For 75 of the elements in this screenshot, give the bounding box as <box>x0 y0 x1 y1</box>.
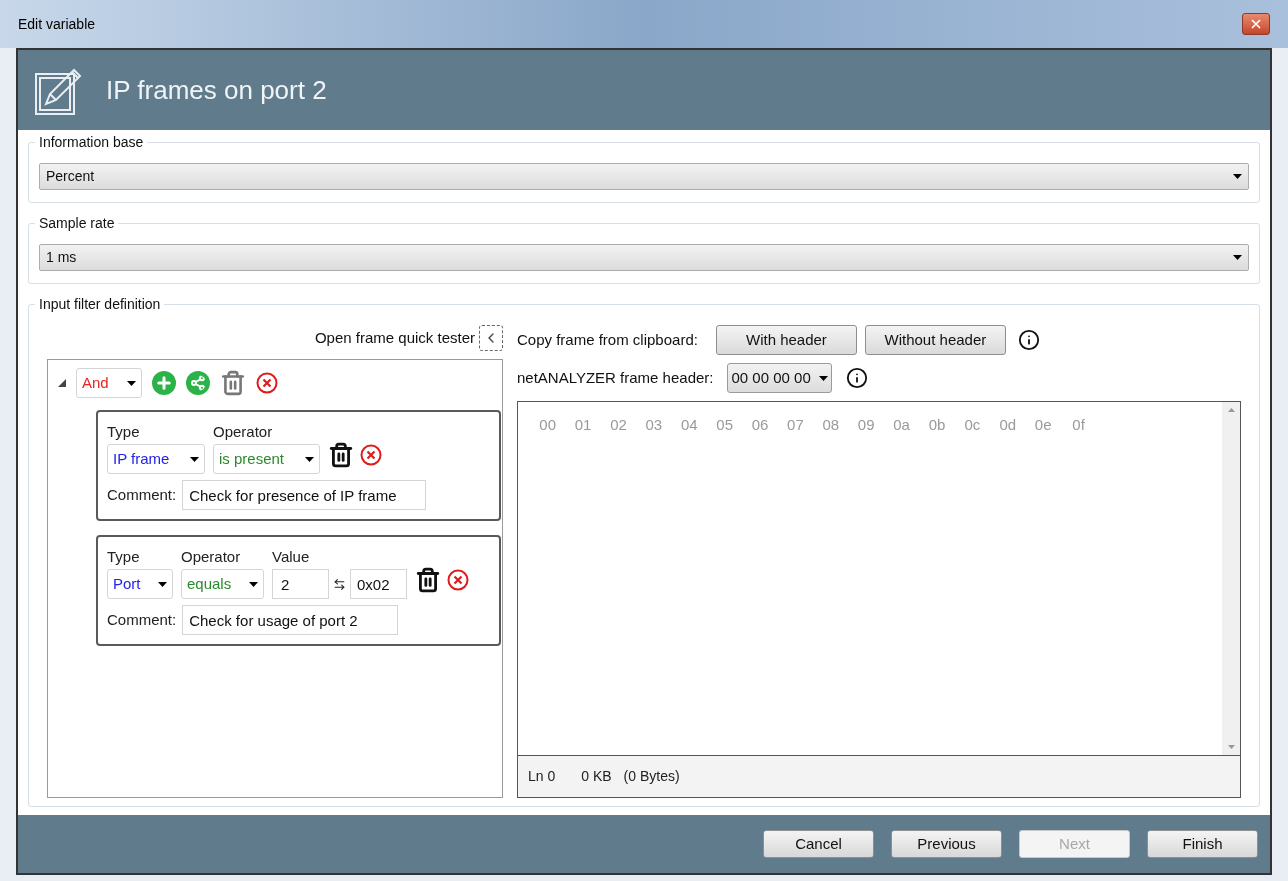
hex-field[interactable]: 0x02 <box>350 569 407 599</box>
dropdown-caret-icon <box>249 581 258 587</box>
field-label: Operator <box>181 547 242 567</box>
field-label: Type <box>107 547 141 567</box>
scroll-down-icon[interactable] <box>1227 745 1235 749</box>
copy-frame-label: Copy frame from clipboard: <box>517 329 698 350</box>
hex-column-heading: 02 <box>609 415 628 434</box>
scrollbar[interactable] <box>1222 402 1240 755</box>
window-title: Edit variable <box>18 14 96 34</box>
scroll-up-icon[interactable] <box>1227 408 1235 412</box>
wizard-button[interactable]: Cancel <box>763 830 874 858</box>
field-label: Comment: <box>107 609 177 630</box>
dropdown-caret-icon <box>127 380 136 386</box>
hex-column-heading: 03 <box>644 415 664 434</box>
comment-field[interactable]: Check for presence of IP frame <box>182 480 427 510</box>
dropdown-caret-icon <box>190 456 199 462</box>
dropdown[interactable]: Port <box>107 569 173 599</box>
hex-column-heading: 0c <box>963 415 982 434</box>
hex-column-heading: 07 <box>786 415 805 434</box>
close-icon <box>1249 17 1263 31</box>
convert-icon[interactable] <box>333 577 346 591</box>
copy-button[interactable]: Without header <box>864 325 1006 355</box>
wizard-button[interactable]: Finish <box>1147 830 1258 858</box>
dropdown[interactable]: And <box>76 368 142 398</box>
hex-column-heading: 0f <box>1071 415 1086 434</box>
dropdown-caret-icon <box>818 375 828 381</box>
hex-column-heading: 0a <box>892 415 911 434</box>
hex-column-heading: 01 <box>573 415 593 434</box>
field-label: Value <box>272 547 311 567</box>
header-title: IP frames on port 2 <box>106 73 327 107</box>
dropdown[interactable]: is present <box>213 444 320 474</box>
quick-tester-label: Open frame quick tester <box>314 327 475 348</box>
hex-column-heading: 08 <box>821 415 841 434</box>
remove-icon[interactable] <box>360 444 382 466</box>
group-label: Sample rate <box>35 214 119 232</box>
value-field[interactable]: 2 <box>272 569 329 599</box>
copy-button[interactable]: With header <box>715 325 857 355</box>
comment-field[interactable]: Check for usage of port 2 <box>182 605 399 635</box>
dropdown-caret-icon <box>1233 174 1242 179</box>
hex-column-heading: 05 <box>715 415 734 434</box>
frame-header-dropdown[interactable]: 00 00 00 00 <box>727 363 832 393</box>
line-count: Ln 0 <box>528 767 556 786</box>
dropdown[interactable]: 1 ms <box>39 244 1249 271</box>
field-label: Type <box>107 422 141 442</box>
trash-icon[interactable] <box>415 567 441 593</box>
size-kb: 0 KB <box>581 767 612 786</box>
frame-header-label: netANALYZER frame header: <box>517 367 714 388</box>
group-label: Input filter definition <box>35 295 165 313</box>
size-bytes: (0 Bytes) <box>623 767 680 786</box>
dropdown-caret-icon <box>1233 255 1242 260</box>
hex-column-heading: 0e <box>1033 415 1053 434</box>
field-label: Operator <box>213 422 274 442</box>
info-icon[interactable] <box>1017 329 1040 351</box>
dropdown[interactable]: equals <box>181 569 264 599</box>
dropdown-caret-icon <box>158 581 167 587</box>
share-icon[interactable] <box>186 371 210 395</box>
remove-icon[interactable] <box>256 372 278 394</box>
wizard-button[interactable]: Previous <box>891 830 1002 858</box>
hex-column-heading: 00 <box>538 415 558 434</box>
remove-icon[interactable] <box>447 569 469 591</box>
hex-column-heading: 0d <box>998 415 1018 434</box>
dropdown[interactable]: IP frame <box>107 444 205 474</box>
expand-toggle-icon[interactable] <box>58 379 66 387</box>
hex-column-heading: 0b <box>927 415 947 434</box>
hex-column-heading: 09 <box>856 415 876 434</box>
dropdown[interactable]: Percent <box>39 163 1249 190</box>
hex-column-heading: 06 <box>750 415 770 434</box>
add-icon[interactable] <box>152 371 176 395</box>
trash-icon[interactable] <box>328 442 354 468</box>
hex-column-heading: 04 <box>679 415 699 434</box>
info-icon[interactable] <box>845 367 868 389</box>
field-label: Comment: <box>107 484 177 505</box>
close-button[interactable] <box>1242 13 1270 35</box>
dropdown-caret-icon <box>305 456 314 462</box>
collapse-button[interactable] <box>479 325 503 351</box>
